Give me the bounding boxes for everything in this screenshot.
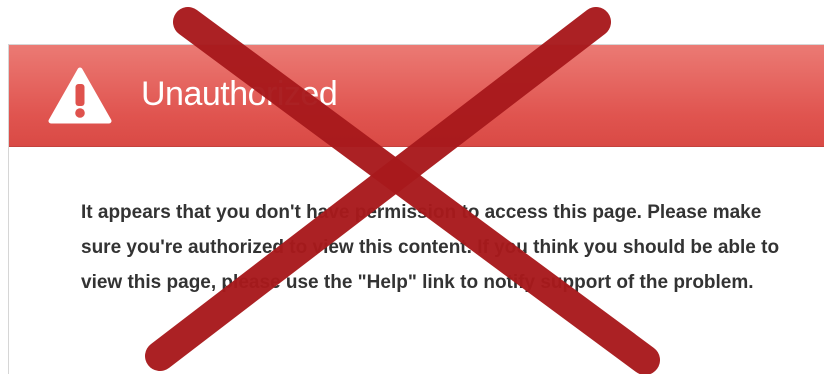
- warning-triangle-icon: [48, 67, 112, 124]
- unauthorized-dialog: Unauthorized It appears that you don't h…: [8, 44, 824, 374]
- dialog-header: Unauthorized: [9, 45, 824, 147]
- dialog-message: It appears that you don't have permissio…: [81, 202, 780, 293]
- dialog-title: Unauthorized: [141, 75, 338, 113]
- screenshot-stage: Unauthorized It appears that you don't h…: [0, 0, 824, 374]
